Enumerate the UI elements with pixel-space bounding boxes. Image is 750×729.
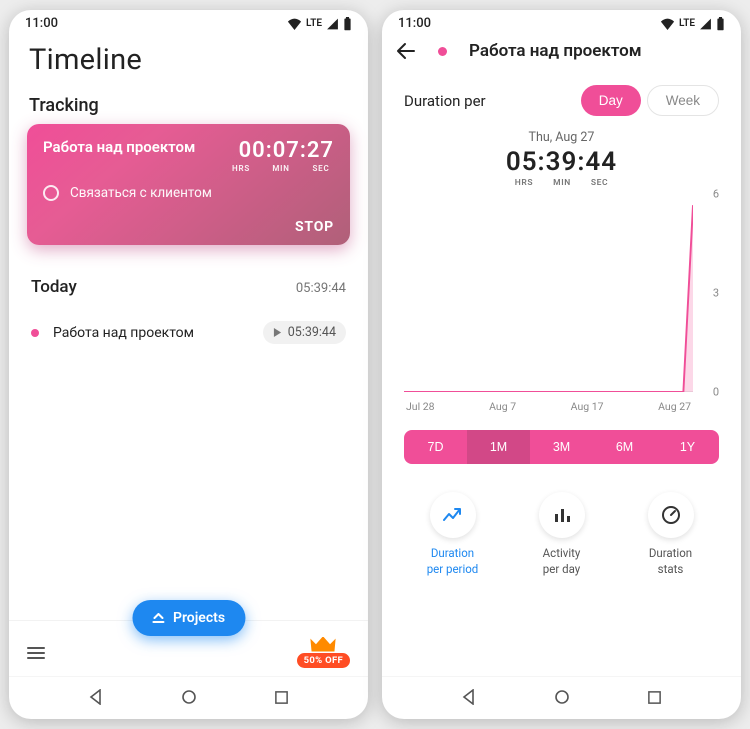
gauge-icon xyxy=(661,505,681,525)
screen-project-stats: 11:00 LTE Работа над проектом Duration p… xyxy=(382,10,741,719)
projects-fab-label: Projects xyxy=(173,610,225,626)
status-net: LTE xyxy=(306,18,322,29)
section-today-label: Today xyxy=(31,277,77,297)
duration-chart[interactable]: 036 Jul 28Aug 7Aug 17Aug 27 xyxy=(404,194,719,420)
y-tick: 0 xyxy=(713,386,719,399)
status-time: 11:00 xyxy=(25,16,58,31)
promo-badge[interactable]: 50% OFF xyxy=(297,637,350,668)
section-tracking-label: Tracking xyxy=(9,95,368,124)
today-total: 05:39:44 xyxy=(296,281,346,296)
nav-recents-icon[interactable] xyxy=(274,690,289,705)
unit-sec: SEC xyxy=(591,178,608,188)
range-1m[interactable]: 1M xyxy=(467,430,530,464)
time-range-selector: 7D 1M 3M 6M 1Y xyxy=(404,430,719,464)
unit-min: MIN xyxy=(268,164,294,173)
back-button[interactable] xyxy=(396,42,416,60)
stop-button[interactable]: STOP xyxy=(43,219,334,235)
nav-home-icon[interactable] xyxy=(554,689,570,705)
screen-timeline: 11:00 LTE Timeline Tracking Работа над п… xyxy=(9,10,368,719)
range-1y[interactable]: 1Y xyxy=(656,430,719,464)
tile-label: Duration stats xyxy=(649,546,692,577)
battery-icon xyxy=(343,17,352,31)
timeline-entry[interactable]: Работа над проектом 05:39:44 xyxy=(9,303,368,352)
tracking-project-name: Работа над проектом xyxy=(43,138,195,156)
tracking-task-name: Связаться с клиентом xyxy=(70,185,212,201)
x-tick: Aug 7 xyxy=(489,400,516,420)
y-tick: 3 xyxy=(713,287,719,300)
entry-play-chip[interactable]: 05:39:44 xyxy=(263,321,346,344)
chevron-up-icon xyxy=(152,613,164,623)
bar-chart-icon xyxy=(553,507,571,523)
tracking-card[interactable]: Работа над проектом 00:07:27 HRS MIN SEC… xyxy=(27,124,350,245)
nav-home-icon[interactable] xyxy=(181,689,197,705)
tracking-elapsed: 00:07:27 xyxy=(228,138,334,163)
entry-project-name: Работа над проектом xyxy=(53,325,263,341)
x-tick: Jul 28 xyxy=(406,400,435,420)
unit-sec: SEC xyxy=(308,164,334,173)
battery-icon xyxy=(716,17,725,31)
arrow-left-icon xyxy=(396,42,416,60)
tile-duration-per-period[interactable]: Duration per period xyxy=(407,492,499,577)
android-nav-bar xyxy=(9,676,368,719)
tile-duration-stats[interactable]: Duration stats xyxy=(625,492,717,577)
play-icon xyxy=(273,328,282,337)
x-tick: Aug 27 xyxy=(658,400,691,420)
x-tick: Aug 17 xyxy=(571,400,604,420)
projects-fab[interactable]: Projects xyxy=(132,600,245,636)
signal-icon xyxy=(326,18,339,30)
task-checkbox-icon[interactable] xyxy=(43,185,59,201)
tile-activity-per-day[interactable]: Activity per day xyxy=(516,492,608,577)
unit-hrs: HRS xyxy=(228,164,254,173)
wifi-icon xyxy=(287,18,302,30)
status-time: 11:00 xyxy=(398,16,431,31)
y-tick: 6 xyxy=(713,188,719,201)
nav-back-icon[interactable] xyxy=(461,689,477,705)
range-7d[interactable]: 7D xyxy=(404,430,467,464)
range-3m[interactable]: 3M xyxy=(530,430,593,464)
entry-duration: 05:39:44 xyxy=(288,325,336,340)
page-title: Timeline xyxy=(29,43,348,77)
project-color-dot xyxy=(31,329,39,337)
range-6m[interactable]: 6M xyxy=(593,430,656,464)
duration-granularity-toggle: Day Week xyxy=(581,85,719,116)
unit-min: MIN xyxy=(553,178,571,188)
summary-duration: 05:39:44 xyxy=(382,147,741,177)
nav-back-icon[interactable] xyxy=(88,689,104,705)
project-title: Работа над проектом xyxy=(469,41,642,61)
trend-icon xyxy=(442,507,464,523)
crown-icon xyxy=(310,637,336,653)
tile-label: Activity per day xyxy=(543,546,581,577)
promo-text: 50% OFF xyxy=(297,653,350,668)
menu-button[interactable] xyxy=(27,647,45,659)
toggle-week[interactable]: Week xyxy=(647,85,719,116)
android-nav-bar xyxy=(382,676,741,719)
status-bar: 11:00 LTE xyxy=(382,10,741,33)
project-color-dot xyxy=(438,47,447,56)
toggle-day[interactable]: Day xyxy=(581,85,641,116)
status-bar: 11:00 LTE xyxy=(9,10,368,33)
duration-per-label: Duration per xyxy=(404,92,486,110)
unit-hrs: HRS xyxy=(515,178,533,188)
nav-recents-icon[interactable] xyxy=(647,690,662,705)
tile-label: Duration per period xyxy=(427,546,479,577)
summary-date: Thu, Aug 27 xyxy=(382,130,741,145)
signal-icon xyxy=(699,18,712,30)
wifi-icon xyxy=(660,18,675,30)
status-net: LTE xyxy=(679,18,695,29)
